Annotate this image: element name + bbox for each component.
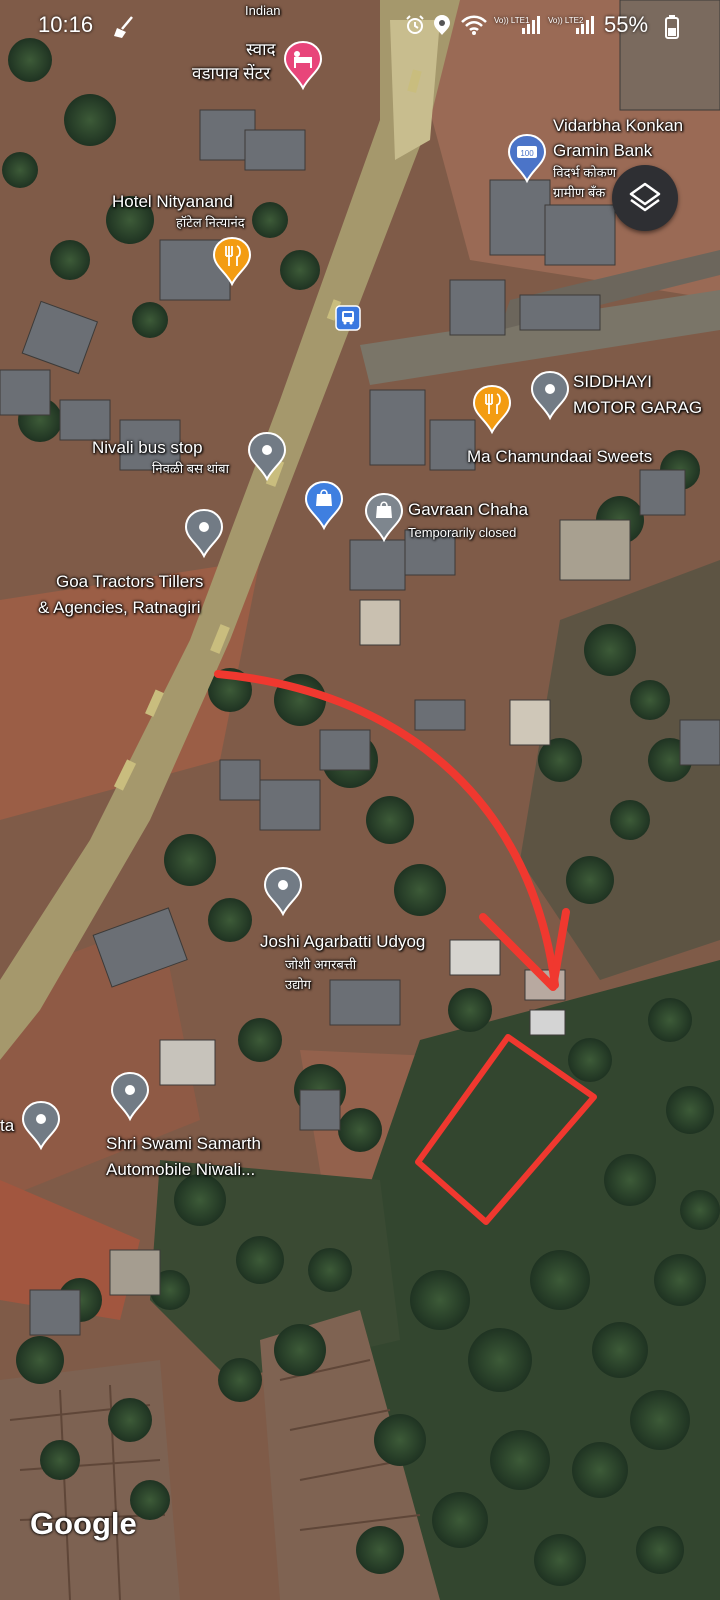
- wifi-icon: [461, 15, 487, 35]
- broom-icon: [114, 16, 133, 38]
- location-icon: [434, 15, 450, 35]
- svg-text:100: 100: [520, 149, 534, 158]
- place-label-sub: वडापाव सेंटर: [192, 64, 271, 83]
- place-label-sub: Temporarily closed: [408, 525, 517, 540]
- place-icon: [111, 1072, 149, 1120]
- place-label[interactable]: Shri Swami Samarth: [106, 1134, 261, 1154]
- place-label[interactable]: Vidarbha Konkan: [553, 116, 683, 136]
- place-label[interactable]: SIDDHAYI: [573, 372, 652, 392]
- layers-button[interactable]: [612, 165, 678, 231]
- battery-percent: 55%: [604, 12, 649, 37]
- place-icon: [185, 509, 223, 557]
- place-icon: [531, 371, 569, 419]
- place-label-sub: & Agencies, Ratnagiri: [38, 598, 201, 617]
- battery-icon: [665, 15, 679, 39]
- place-icon: [22, 1101, 60, 1149]
- restaurant-icon: [213, 237, 251, 285]
- shopping-icon: [364, 492, 404, 543]
- status-bar: 10:16 Vo)) LTE1 Vo)) LTE2 55%: [0, 0, 720, 52]
- signal-icon: [522, 16, 540, 34]
- place-label[interactable]: ta: [0, 1116, 14, 1136]
- signal-icon: [576, 16, 594, 34]
- shopping-bag-icon: [305, 481, 343, 529]
- place-label[interactable]: Goa Tractors Tillers: [56, 572, 203, 592]
- map-screen[interactable]: 100 Indian स्वाद वडापाव सेंटर Hotel Nity…: [0, 0, 720, 1600]
- status-time: 10:16: [38, 12, 94, 37]
- place-label[interactable]: Joshi Agarbatti Udyog: [260, 932, 425, 952]
- google-attribution: Google: [30, 1506, 137, 1541]
- place-label-sub: जोशी अगरबत्ती: [285, 957, 357, 972]
- bus-icon: [335, 305, 361, 331]
- place-label-sub: विदर्भ कोकण: [553, 165, 616, 180]
- bank-icon: 100: [507, 133, 547, 184]
- place-label-sub: MOTOR GARAG: [573, 398, 703, 417]
- restaurant-icon: [473, 385, 511, 433]
- place-label[interactable]: Ma Chamundaai Sweets: [467, 447, 652, 467]
- place-label[interactable]: Hotel Nityanand: [112, 192, 233, 212]
- place-label-sub: Gramin Bank: [553, 141, 653, 160]
- place-label-sub: हॉटेल नित्यानंद: [176, 215, 245, 230]
- place-icon: [248, 432, 286, 480]
- place-label[interactable]: Nivali bus stop: [92, 438, 203, 458]
- place-icon: [264, 867, 302, 915]
- alarm-icon: [406, 15, 424, 34]
- place-label[interactable]: Gavraan Chaha: [408, 500, 528, 520]
- layers-icon: [629, 182, 661, 212]
- place-label-sub: ग्रामीण बँक: [553, 185, 606, 200]
- place-label-sub: उद्योग: [285, 977, 312, 992]
- place-label-sub: निवळी बस थांबा: [152, 461, 229, 476]
- place-pins: 100: [22, 40, 569, 1149]
- place-label-sub: Automobile Niwali...: [106, 1160, 256, 1179]
